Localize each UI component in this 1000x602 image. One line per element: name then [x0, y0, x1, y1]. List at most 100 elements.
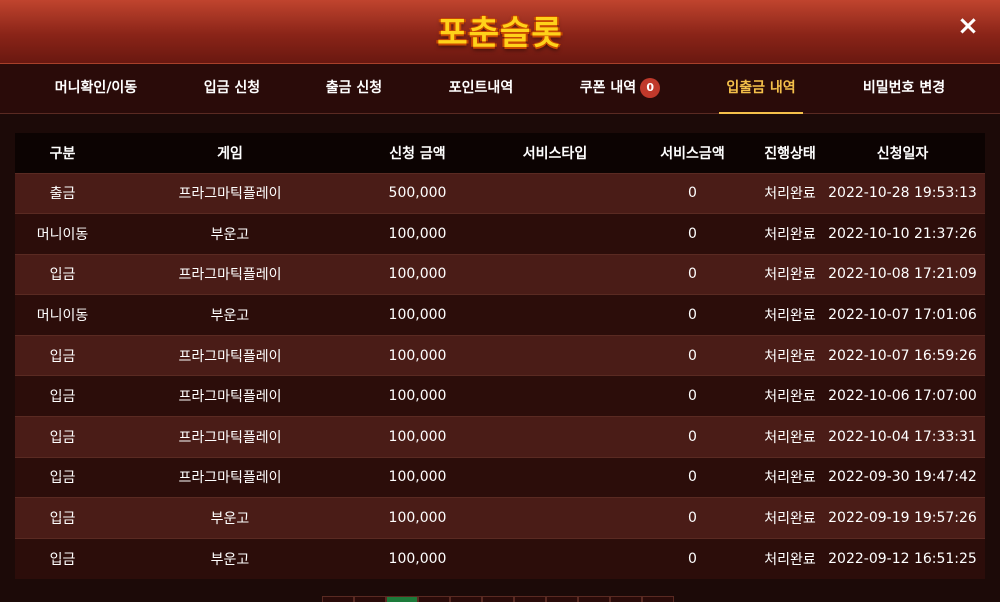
tab-change-password[interactable]: 비밀번호 변경 — [850, 64, 958, 114]
cell-date: 2022-09-30 19:47:42 — [820, 456, 985, 498]
page-button[interactable] — [546, 596, 578, 602]
cell-amount: 100,000 — [350, 537, 485, 579]
cell-service-amount: 0 — [625, 253, 760, 295]
page-button[interactable] — [482, 596, 514, 602]
col-header-status: 진행상태 — [760, 133, 820, 173]
cell-game: 프라그마틱플레이 — [110, 456, 350, 498]
cell-status: 처리완료 — [760, 172, 820, 214]
cell-type: 입금 — [15, 456, 110, 498]
cell-service-type — [485, 172, 625, 214]
col-header-amount: 신청 금액 — [350, 133, 485, 173]
tab-coupon-history[interactable]: 쿠폰 내역 0 — [570, 64, 670, 114]
cell-status: 처리완료 — [760, 253, 820, 295]
cell-service-type — [485, 294, 625, 336]
cell-status: 처리완료 — [760, 416, 820, 458]
cell-date: 2022-10-06 17:07:00 — [820, 375, 985, 417]
page-button[interactable] — [354, 596, 386, 602]
cell-service-type — [485, 456, 625, 498]
cell-game: 프라그마틱플레이 — [110, 172, 350, 214]
tab-label: 포인트내역 — [448, 80, 514, 96]
table-row: 입금 프라그마틱플레이 100,000 0 처리완료 2022-10-06 17:07:0… — [15, 375, 985, 417]
transaction-table-container: 구분 게임 신청 금액 서비스타입 서비스금액 진행상태 신청일자 출금 프라그마… — [15, 133, 985, 579]
table-row: 입금 프라그마틱플레이 100,000 0 처리완료 2022-10-07 16:59:2… — [15, 334, 985, 376]
cell-amount: 100,000 — [350, 294, 485, 336]
cell-type: 머니이동 — [15, 294, 110, 336]
tab-money-transfer[interactable]: 머니확인/이동 — [40, 64, 152, 114]
cell-service-type — [485, 213, 625, 255]
cell-type: 입금 — [15, 416, 110, 458]
cell-game: 부운고 — [110, 537, 350, 579]
cell-amount: 100,000 — [350, 497, 485, 539]
cell-service-amount: 0 — [625, 375, 760, 417]
cell-service-amount: 0 — [625, 172, 760, 214]
cell-status: 처리완료 — [760, 294, 820, 336]
cell-service-type — [485, 537, 625, 579]
tab-points-history[interactable]: 포인트내역 — [433, 64, 529, 114]
tab-deposit-request[interactable]: 입금 신청 — [190, 64, 274, 114]
table-row: 머니이동 부운고 100,000 0 처리완료 2022-10-10 21:37:26 — [15, 213, 985, 255]
cell-status: 처리완료 — [760, 456, 820, 498]
cell-status: 처리완료 — [760, 213, 820, 255]
cell-amount: 100,000 — [350, 416, 485, 458]
cell-amount: 100,000 — [350, 334, 485, 376]
col-header-service-amount: 서비스금액 — [625, 133, 760, 173]
tab-label: 비밀번호 변경 — [862, 80, 946, 96]
cell-type: 머니이동 — [15, 213, 110, 255]
cell-amount: 100,000 — [350, 456, 485, 498]
page-button[interactable] — [418, 596, 450, 602]
cell-service-amount: 0 — [625, 334, 760, 376]
col-header-service-type: 서비스타입 — [485, 133, 625, 173]
cell-type: 출금 — [15, 172, 110, 214]
brand-logo: 포춘슬롯 — [437, 13, 563, 52]
cell-service-type — [485, 253, 625, 295]
cell-game: 부운고 — [110, 294, 350, 336]
tab-transaction-history[interactable]: 입출금 내역 — [719, 64, 803, 114]
tab-label: 머니확인/이동 — [54, 80, 138, 96]
tab-label: 출금 신청 — [325, 80, 383, 96]
cell-amount: 500,000 — [350, 172, 485, 214]
cell-game: 부운고 — [110, 497, 350, 539]
cell-type: 입금 — [15, 375, 110, 417]
cell-service-amount: 0 — [625, 213, 760, 255]
tab-label: 입출금 내역 — [726, 80, 796, 96]
page-button[interactable] — [514, 596, 546, 602]
col-header-game: 게임 — [110, 133, 350, 173]
transaction-table: 구분 게임 신청 금액 서비스타입 서비스금액 진행상태 신청일자 출금 프라그마… — [15, 133, 985, 579]
page-button[interactable] — [450, 596, 482, 602]
cell-game: 프라그마틱플레이 — [110, 334, 350, 376]
cell-status: 처리완료 — [760, 537, 820, 579]
cell-date: 2022-10-10 21:37:26 — [820, 213, 985, 255]
cell-date: 2022-10-04 17:33:31 — [820, 416, 985, 458]
cell-service-type — [485, 497, 625, 539]
cell-service-type — [485, 334, 625, 376]
cell-game: 프라그마틱플레이 — [110, 375, 350, 417]
cell-game: 프라그마틱플레이 — [110, 416, 350, 458]
cell-type: 입금 — [15, 334, 110, 376]
cell-service-type — [485, 375, 625, 417]
table-row: 입금 부운고 100,000 0 처리완료 2022-09-12 16:51:25 — [15, 537, 985, 579]
cell-type: 입금 — [15, 497, 110, 539]
table-row: 출금 프라그마틱플레이 500,000 0 처리완료 2022-10-28 19:53:1… — [15, 172, 985, 214]
page-button[interactable] — [386, 596, 418, 602]
table-row: 머니이동 부운고 100,000 0 처리완료 2022-10-07 17:01:06 — [15, 294, 985, 336]
cell-type: 입금 — [15, 253, 110, 295]
col-header-type: 구분 — [15, 133, 110, 173]
coupon-count-badge: 0 — [640, 78, 661, 98]
close-button[interactable]: × — [954, 12, 982, 40]
page-button[interactable] — [610, 596, 642, 602]
tab-label: 쿠폰 내역 — [579, 80, 637, 96]
table-row: 입금 부운고 100,000 0 처리완료 2022-09-19 19:57:26 — [15, 497, 985, 539]
cell-service-amount: 0 — [625, 456, 760, 498]
cell-date: 2022-10-07 16:59:26 — [820, 334, 985, 376]
cell-service-type — [485, 416, 625, 458]
page-button[interactable] — [642, 596, 674, 602]
tab-bar: 머니확인/이동 입금 신청 출금 신청 포인트내역 쿠폰 내역 0 입출금 내역 … — [0, 64, 1000, 114]
table-row: 입금 프라그마틱플레이 100,000 0 처리완료 2022-10-04 17:33:3… — [15, 416, 985, 458]
col-header-date: 신청일자 — [820, 133, 985, 173]
cell-date: 2022-09-19 19:57:26 — [820, 497, 985, 539]
page-button[interactable] — [578, 596, 610, 602]
cell-service-amount: 0 — [625, 294, 760, 336]
cell-amount: 100,000 — [350, 213, 485, 255]
page-button[interactable] — [322, 596, 354, 602]
tab-withdraw-request[interactable]: 출금 신청 — [312, 64, 396, 114]
